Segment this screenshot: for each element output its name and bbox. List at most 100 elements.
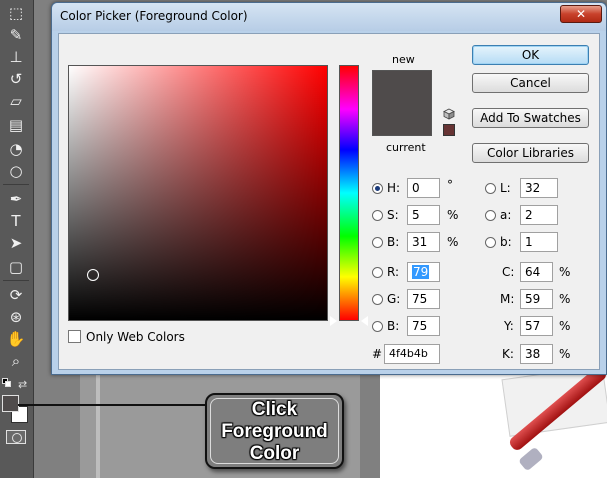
magenta-unit: % [559,292,571,306]
hex-value: 4f4b4b [389,347,428,360]
color-libraries-button[interactable]: Color Libraries [472,143,589,163]
cancel-button[interactable]: Cancel [472,73,589,93]
toolbar-divider [3,184,29,185]
only-web-colors-label: Only Web Colors [86,330,185,344]
lightness-radio[interactable] [485,183,496,194]
saturation-unit: % [447,208,459,222]
quick-mask-icon[interactable] [6,430,26,444]
yellow-label: Y: [504,319,514,333]
current-color-swatch[interactable] [373,103,431,135]
red-input[interactable]: 79 [407,262,440,282]
yellow-value: 57 [525,319,541,333]
black-unit: % [559,347,571,361]
cyan-unit: % [559,265,571,279]
saturation-radio[interactable] [372,210,383,221]
saturation-input[interactable]: 5 [407,205,440,225]
new-color-label: new [392,53,415,66]
magenta-value: 59 [525,292,541,306]
hex-input[interactable]: 4f4b4b [384,344,440,364]
hex-label: # [372,347,383,361]
saturation-value: 5 [412,208,420,222]
brightness-value: 31 [412,235,428,249]
brightness-radio[interactable] [372,237,383,248]
blue-radio[interactable] [372,321,383,332]
clone-stamp-tool-icon[interactable]: ⊥ [4,46,28,68]
yellow-unit: % [559,319,571,333]
callout-line-3: Color [249,443,300,464]
callout-text: Click Foreground Color [207,399,342,465]
a-channel-label: a: [500,208,512,222]
hand-tool-icon[interactable]: ✋ [4,328,28,350]
black-value: 38 [525,347,541,361]
callout-line-2: Foreground [221,421,328,442]
type-tool-icon[interactable]: T [4,210,28,232]
web-safe-color-swatch[interactable] [443,124,455,136]
hue-input[interactable]: 0 [407,178,440,198]
yellow-input[interactable]: 57 [520,316,553,336]
b-channel-label: b: [500,235,512,249]
saturation-label: S: [387,208,399,222]
foreground-color-swatch[interactable] [2,395,19,412]
add-to-swatches-button[interactable]: Add To Swatches [472,108,589,128]
path-selection-tool-icon[interactable]: ➤ [4,232,28,254]
hue-slider-left-arrow[interactable] [330,316,337,326]
cyan-input[interactable]: 64 [520,262,553,282]
brightness-input[interactable]: 31 [407,232,440,252]
history-brush-tool-icon[interactable]: ↺ [4,68,28,90]
close-button[interactable]: ✕ [560,5,602,23]
swap-colors-icon[interactable]: ⇄ [18,378,27,391]
3d-rotate-tool-icon[interactable]: ⟳ [4,284,28,306]
hue-slider-right-arrow[interactable] [361,316,368,326]
b-channel-value: 1 [525,235,533,249]
color-field-cursor[interactable] [87,269,99,281]
b-channel-input[interactable]: 1 [520,232,558,252]
pen-tool-icon[interactable]: ✒ [4,188,28,210]
dialog-title: Color Picker (Foreground Color) [60,9,248,23]
cyan-value: 64 [525,265,541,279]
callout-line-1: Click [251,399,298,420]
eraser-tool-icon[interactable]: ▱ [4,90,28,112]
hue-slider[interactable] [339,65,359,321]
dodge-tool-icon[interactable]: ○ [4,160,28,182]
brush-tool-icon[interactable]: ✎ [4,24,28,46]
hue-radio[interactable] [372,183,383,194]
only-web-colors-checkbox[interactable] [68,330,81,343]
zoom-tool-icon[interactable]: ⌕ [4,350,28,372]
magenta-input[interactable]: 59 [520,289,553,309]
instruction-callout: Click Foreground Color [205,393,344,469]
new-color-swatch [373,71,431,103]
green-radio[interactable] [372,294,383,305]
a-channel-radio[interactable] [485,210,496,221]
blue-label: B: [387,319,400,333]
blur-tool-icon[interactable]: ◔ [4,138,28,160]
web-safe-cube-icon[interactable] [443,108,455,120]
hue-label: H: [387,181,401,195]
a-channel-input[interactable]: 2 [520,205,558,225]
marquee-tool-icon[interactable]: ⬚ [4,2,28,24]
black-input[interactable]: 38 [520,344,553,364]
callout-pointer-line [18,404,205,406]
toolbar-divider [3,280,29,281]
current-color-label: current [386,141,426,154]
blue-input[interactable]: 75 [407,316,440,336]
red-label: R: [387,265,400,279]
ok-button[interactable]: OK [472,45,589,65]
dialog-body: new current OK Cancel Add To Swatches Co… [58,33,600,370]
dialog-titlebar[interactable]: Color Picker (Foreground Color) ✕ [52,3,606,31]
cyan-label: C: [502,265,515,279]
3d-orbit-tool-icon[interactable]: ⊛ [4,306,28,328]
b-channel-radio[interactable] [485,237,496,248]
hue-value: 0 [412,181,420,195]
green-input[interactable]: 75 [407,289,440,309]
default-colors-icon[interactable] [2,378,12,388]
rectangle-tool-icon[interactable]: ▢ [4,256,28,278]
green-value: 75 [412,292,428,306]
color-field[interactable] [68,65,328,321]
brightness-label: B: [387,235,400,249]
red-radio[interactable] [372,267,383,278]
gradient-tool-icon[interactable]: ▤ [4,114,28,136]
lightness-input[interactable]: 32 [520,178,558,198]
a-channel-value: 2 [525,208,533,222]
lightness-label: L: [500,181,511,195]
green-label: G: [387,292,401,306]
